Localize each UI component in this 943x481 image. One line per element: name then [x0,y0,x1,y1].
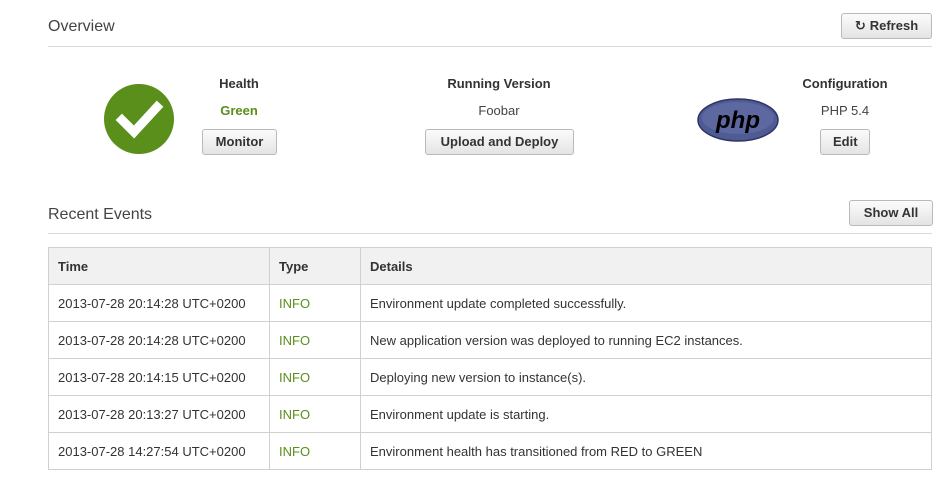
table-row: 2013-07-28 20:14:28 UTC+0200 INFO Enviro… [48,284,932,322]
event-time: 2013-07-28 20:14:28 UTC+0200 [48,284,270,322]
event-details: Environment health has transitioned from… [360,432,932,470]
event-type: INFO [269,432,361,470]
event-details: Environment update is starting. [360,395,932,433]
php-logo-icon: php [697,98,779,142]
event-time: 2013-07-28 20:14:28 UTC+0200 [48,321,270,359]
refresh-label: Refresh [869,18,919,33]
column-header-details[interactable]: Details [360,247,932,285]
monitor-button[interactable]: Monitor [202,129,277,155]
events-header-row: Time Type Details [48,247,932,285]
table-row: 2013-07-28 20:14:15 UTC+0200 INFO Deploy… [48,358,932,396]
event-time: 2013-07-28 20:13:27 UTC+0200 [48,395,270,433]
event-type: INFO [269,284,361,322]
running-version-value: Foobar [478,103,520,118]
event-details: New application version was deployed to … [360,321,932,359]
table-row: 2013-07-28 20:13:27 UTC+0200 INFO Enviro… [48,395,932,433]
health-ok-icon [104,84,174,154]
overview-title: Overview [48,18,115,35]
refresh-button[interactable]: ↻ Refresh [841,13,932,39]
event-type: INFO [269,358,361,396]
php-logo-text: php [715,107,760,134]
configuration-heading: Configuration [802,76,888,91]
table-row: 2013-07-28 14:27:54 UTC+0200 INFO Enviro… [48,432,932,470]
event-type: INFO [269,395,361,433]
event-details: Environment update completed successfull… [360,284,932,322]
upload-and-deploy-button[interactable]: Upload and Deploy [425,129,574,155]
show-all-button[interactable]: Show All [849,200,933,226]
recent-events-divider [48,233,932,234]
event-time: 2013-07-28 14:27:54 UTC+0200 [48,432,270,470]
configuration-value: PHP 5.4 [820,103,870,118]
events-table: Time Type Details 2013-07-28 20:14:28 UT… [48,247,932,470]
column-header-type[interactable]: Type [269,247,361,285]
overview-divider [48,46,932,47]
event-time: 2013-07-28 20:14:15 UTC+0200 [48,358,270,396]
column-header-time[interactable]: Time [48,247,270,285]
refresh-icon: ↻ [854,18,866,33]
edit-configuration-button[interactable]: Edit [820,129,870,155]
recent-events-title: Recent Events [48,206,153,223]
event-type: INFO [269,321,361,359]
health-status: Green [220,103,258,118]
table-row: 2013-07-28 20:14:28 UTC+0200 INFO New ap… [48,321,932,359]
running-version-heading: Running Version [447,76,551,91]
event-details: Deploying new version to instance(s). [360,358,932,396]
health-heading: Health [219,76,259,91]
